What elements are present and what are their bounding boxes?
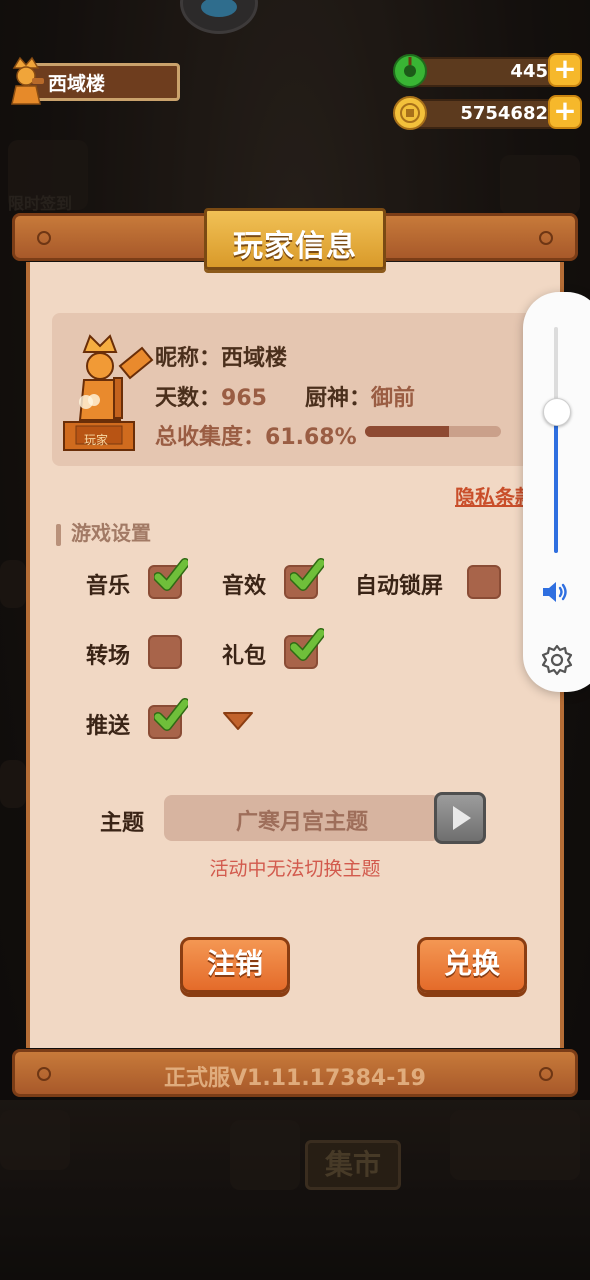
check-icon	[290, 628, 324, 661]
music-checkbox[interactable]	[148, 558, 188, 599]
add-gold-button[interactable]: +	[548, 95, 582, 129]
gold-currency-bar: 5754682 +	[392, 95, 582, 131]
add-jade-button[interactable]: +	[548, 53, 582, 87]
jade-currency-bar: 445 +	[392, 53, 582, 89]
collection-value: 61.68%	[265, 425, 357, 450]
gold-value: 5754682	[460, 103, 548, 124]
theme-label: 主题	[100, 811, 145, 836]
player-name: 西域楼	[48, 73, 106, 95]
fish-icon	[201, 0, 237, 17]
chef-avatar-icon	[11, 56, 44, 105]
collection-row: 总收集度：61.68%	[155, 425, 357, 450]
nickname-row: 昵称：西域楼	[155, 346, 288, 371]
version-label: 正式服V1.11.17384-19	[164, 1066, 426, 1091]
push-checkbox[interactable]	[148, 698, 188, 739]
check-icon	[290, 558, 324, 591]
collection-progress-bar	[365, 426, 501, 437]
days-value: 965	[221, 386, 267, 411]
setting-autolock[interactable]: 自动锁屏	[355, 563, 505, 603]
volume-slider-handle[interactable]	[543, 397, 571, 426]
volume-slider-fill	[554, 410, 558, 553]
player-badge[interactable]: 西域楼	[4, 56, 180, 105]
chevron-down-icon[interactable]	[222, 709, 254, 733]
statue-label: 玩家	[84, 433, 109, 447]
setting-gift[interactable]: 礼包	[222, 628, 324, 673]
setting-music[interactable]: 音乐	[86, 558, 188, 603]
speaker-icon[interactable]	[541, 580, 571, 604]
jade-coin-icon	[393, 54, 427, 88]
transition-checkbox[interactable]	[148, 635, 182, 669]
nickname-value: 西域楼	[221, 346, 288, 371]
theme-hint: 活动中无法切换主题	[209, 858, 381, 880]
panel-title: 玩家信息	[233, 229, 357, 264]
theme-switch-button[interactable]	[434, 792, 486, 844]
setting-transition[interactable]: 转场	[86, 633, 186, 673]
sfx-checkbox[interactable]	[284, 558, 324, 599]
setting-sfx[interactable]: 音效	[222, 558, 324, 603]
jade-value: 445	[510, 61, 548, 82]
play-icon	[453, 806, 471, 830]
game-settings-title: 游戏设置	[56, 517, 151, 546]
chef-rank-row: 厨神：御前	[305, 386, 416, 411]
gift-checkbox[interactable]	[284, 628, 324, 669]
check-icon	[154, 698, 188, 731]
chef-rank-value: 御前	[371, 386, 416, 411]
autolock-checkbox[interactable]	[467, 565, 501, 599]
gold-coin-icon	[393, 96, 427, 130]
panel-title-plaque: 玩家信息	[204, 208, 386, 270]
logout-button[interactable]: 注销	[180, 937, 290, 993]
setting-push[interactable]: 推送	[86, 698, 188, 743]
gear-icon[interactable]	[540, 643, 574, 677]
days-row: 天数：965	[155, 386, 267, 411]
redeem-button[interactable]: 兑换	[417, 937, 527, 993]
theme-value: 广寒月宫主题	[235, 810, 368, 835]
collection-progress-fill	[365, 426, 449, 437]
theme-selector[interactable]: 广寒月宫主题	[164, 795, 440, 841]
check-icon	[154, 558, 188, 591]
